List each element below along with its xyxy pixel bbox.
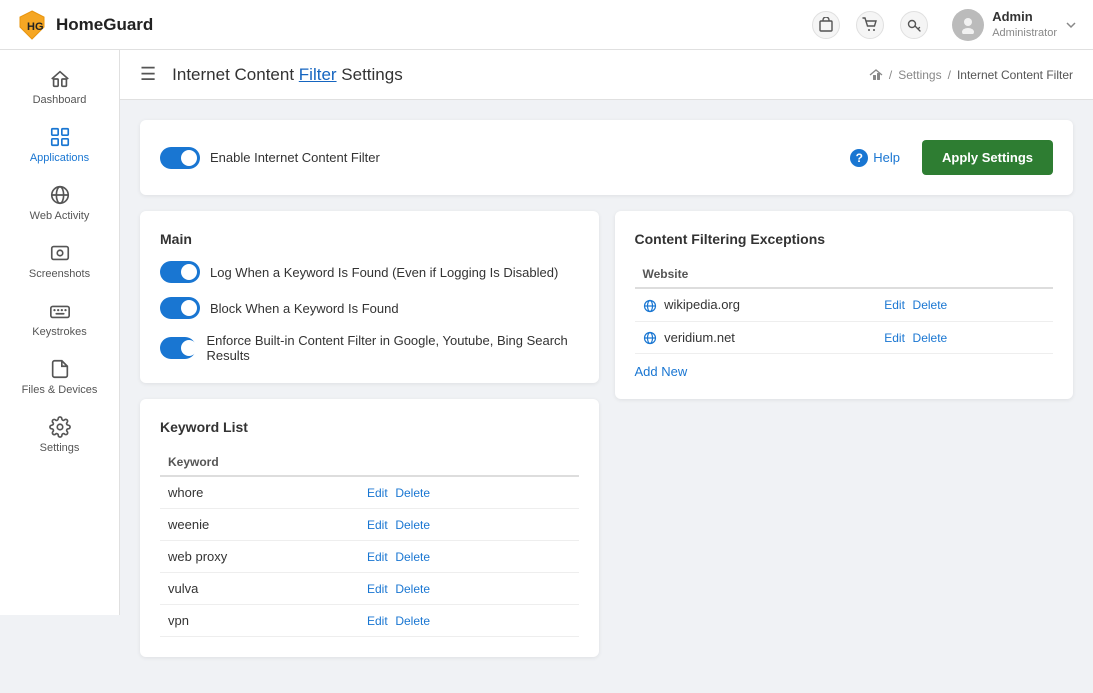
keyword-cell: weenie xyxy=(160,509,359,541)
table-row: vulva Edit Delete xyxy=(160,573,579,605)
table-row: vpn Edit Delete xyxy=(160,605,579,637)
website-col-header: Website xyxy=(635,261,877,288)
sidebar-item-applications[interactable]: Applications xyxy=(0,116,119,174)
edit-exception-link[interactable]: Edit xyxy=(884,298,905,312)
right-column: Content Filtering Exceptions Website wik… xyxy=(615,211,1074,673)
keyword-list-title: Keyword List xyxy=(160,419,579,435)
sidebar-item-files-devices[interactable]: Files & Devices xyxy=(0,348,119,406)
settings-icon xyxy=(49,416,71,438)
key-icon[interactable] xyxy=(900,11,928,39)
main-toggles: Log When a Keyword Is Found (Even if Log… xyxy=(160,261,579,363)
delete-exception-link[interactable]: Delete xyxy=(913,298,948,312)
table-row: veridium.net Edit Delete xyxy=(635,321,1054,354)
table-row: wikipedia.org Edit Delete xyxy=(635,288,1054,321)
topbar-icons: Admin Administrator xyxy=(812,9,1077,41)
website-cell: wikipedia.org xyxy=(635,288,877,321)
keyword-cell: whore xyxy=(160,476,359,509)
main-section-card: Main Log When a Keyword Is Found (Even i… xyxy=(140,211,599,383)
table-row: web proxy Edit Delete xyxy=(160,541,579,573)
page-header: ☰ Internet Content Filter Settings / Set… xyxy=(120,50,1093,100)
user-role: Administrator xyxy=(992,26,1057,40)
help-icon: ? xyxy=(850,149,868,167)
logo-icon: HG xyxy=(16,9,48,41)
keyword-col-header: Keyword xyxy=(160,449,359,476)
breadcrumb: / Settings / Internet Content Filter xyxy=(869,68,1073,82)
exceptions-card: Content Filtering Exceptions Website wik… xyxy=(615,211,1074,399)
left-column: Main Log When a Keyword Is Found (Even i… xyxy=(140,211,599,673)
logo: HG HomeGuard xyxy=(16,9,812,41)
enable-filter-toggle[interactable] xyxy=(160,147,200,169)
home-breadcrumb-icon[interactable] xyxy=(869,68,883,82)
globe-icon xyxy=(643,331,657,345)
sidebar-item-web-activity[interactable]: Web Activity xyxy=(0,174,119,232)
edit-keyword-link[interactable]: Edit xyxy=(367,582,388,596)
keyword-cell: vulva xyxy=(160,573,359,605)
main-section-title: Main xyxy=(160,231,579,247)
delete-keyword-link[interactable]: Delete xyxy=(395,550,430,564)
enable-filter-label: Enable Internet Content Filter xyxy=(210,150,380,165)
delete-keyword-link[interactable]: Delete xyxy=(395,486,430,500)
screenshots-icon xyxy=(49,242,71,264)
help-button[interactable]: ? Help xyxy=(850,149,900,167)
breadcrumb-current: Internet Content Filter xyxy=(957,68,1073,82)
main-layout: Main Log When a Keyword Is Found (Even i… xyxy=(140,211,1073,673)
keystrokes-icon xyxy=(49,300,71,322)
applications-icon xyxy=(49,126,71,148)
delete-keyword-link[interactable]: Delete xyxy=(395,518,430,532)
sidebar-item-keystrokes[interactable]: Keystrokes xyxy=(0,290,119,348)
keyword-cell: web proxy xyxy=(160,541,359,573)
home-icon xyxy=(49,68,71,90)
enable-filter-card: Enable Internet Content Filter ? Help Ap… xyxy=(140,120,1073,195)
topbar: HG HomeGuard Admin Administrator xyxy=(0,0,1093,50)
add-new-exception-link[interactable]: Add New xyxy=(635,364,688,379)
delete-keyword-link[interactable]: Delete xyxy=(395,582,430,596)
user-menu[interactable]: Admin Administrator xyxy=(952,9,1077,41)
sidebar-item-settings[interactable]: Settings xyxy=(0,406,119,464)
hamburger-button[interactable]: ☰ xyxy=(140,64,156,85)
files-icon xyxy=(49,358,71,380)
sidebar-item-dashboard[interactable]: Dashboard xyxy=(0,58,119,116)
table-row: whore Edit Delete xyxy=(160,476,579,509)
edit-keyword-link[interactable]: Edit xyxy=(367,486,388,500)
edit-exception-link[interactable]: Edit xyxy=(884,331,905,345)
chevron-down-icon xyxy=(1065,19,1077,31)
website-cell: veridium.net xyxy=(635,321,877,354)
delete-keyword-link[interactable]: Delete xyxy=(395,614,430,628)
toggle-block-keyword: Block When a Keyword Is Found xyxy=(160,297,579,319)
edit-keyword-link[interactable]: Edit xyxy=(367,518,388,532)
keyword-list-card: Keyword List Keyword whore Edit Delete w… xyxy=(140,399,599,657)
cart-icon[interactable] xyxy=(856,11,884,39)
exceptions-title: Content Filtering Exceptions xyxy=(635,231,1054,247)
delete-exception-link[interactable]: Delete xyxy=(913,331,948,345)
keyword-cell: vpn xyxy=(160,605,359,637)
sidebar-item-screenshots[interactable]: Screenshots xyxy=(0,232,119,290)
svg-text:HG: HG xyxy=(27,21,44,33)
page-title: Internet Content Filter Settings xyxy=(172,65,403,85)
edit-keyword-link[interactable]: Edit xyxy=(367,614,388,628)
sidebar: Dashboard Applications Web Activity Scre… xyxy=(0,50,120,615)
breadcrumb-settings[interactable]: Settings xyxy=(898,68,941,82)
store-icon[interactable] xyxy=(812,11,840,39)
toggle-enforce-filter: Enforce Built-in Content Filter in Googl… xyxy=(160,333,579,363)
keyword-table: Keyword whore Edit Delete weenie Edit De… xyxy=(160,449,579,637)
user-name: Admin xyxy=(992,9,1057,26)
main-content: ☰ Internet Content Filter Settings / Set… xyxy=(120,50,1093,693)
apply-settings-button[interactable]: Apply Settings xyxy=(922,140,1053,175)
exceptions-table: Website wikipedia.org Edit Delete veridi… xyxy=(635,261,1054,354)
web-activity-icon xyxy=(49,184,71,206)
avatar xyxy=(952,9,984,41)
globe-icon xyxy=(643,299,657,313)
content-area: Enable Internet Content Filter ? Help Ap… xyxy=(120,100,1093,693)
edit-keyword-link[interactable]: Edit xyxy=(367,550,388,564)
toggle-log-keyword: Log When a Keyword Is Found (Even if Log… xyxy=(160,261,579,283)
table-row: weenie Edit Delete xyxy=(160,509,579,541)
